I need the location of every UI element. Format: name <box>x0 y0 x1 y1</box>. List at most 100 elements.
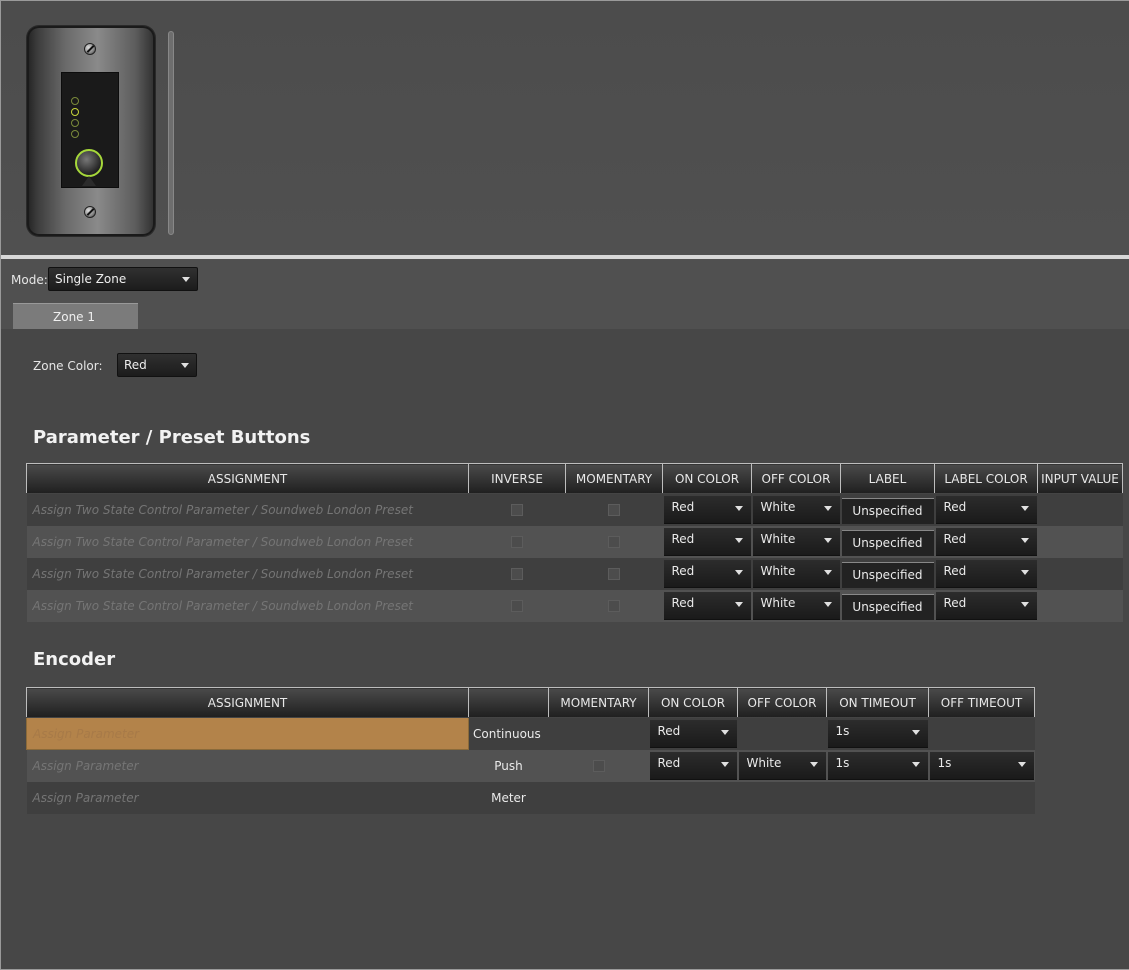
section-heading-encoder: Encoder <box>33 649 116 670</box>
table-row: Assign Two State Control Parameter / Sou… <box>26 493 1123 526</box>
mode-bar: Mode: Single Zone Zone 1 <box>1 259 1129 329</box>
wall-controller-image <box>27 26 155 236</box>
input-value-cell[interactable] <box>1037 525 1123 558</box>
input-value-cell[interactable] <box>1037 557 1123 590</box>
on-color-dropdown[interactable]: Red <box>663 527 751 556</box>
col-header-inverse: INVERSE <box>468 463 566 494</box>
mode-label: Mode: <box>11 273 48 287</box>
inverse-cell <box>468 557 566 590</box>
momentary-checkbox[interactable] <box>608 536 620 548</box>
off-color-dropdown[interactable]: White <box>752 527 840 556</box>
off-color-cell: White <box>751 493 841 526</box>
on-color-dropdown[interactable]: Red <box>663 559 751 588</box>
assignment-cell[interactable]: Assign Parameter <box>26 749 469 782</box>
off-color-dropdown[interactable]: White <box>752 496 840 524</box>
assignment-cell[interactable]: Assign Two State Control Parameter / Sou… <box>26 557 469 590</box>
chevron-down-icon <box>911 761 920 767</box>
label-color-value: Red <box>943 531 967 546</box>
momentary-cell <box>565 525 663 558</box>
on-color-dropdown[interactable]: Red <box>649 720 737 748</box>
input-value-cell[interactable] <box>1037 589 1123 622</box>
chevron-down-icon <box>182 277 190 282</box>
table-row: Assign Parameter Continuous Red 1s <box>26 717 1035 750</box>
inverse-checkbox[interactable] <box>511 568 523 580</box>
off-color-dropdown[interactable]: White <box>752 591 840 620</box>
inverse-checkbox[interactable] <box>511 536 523 548</box>
off-timeout-cell <box>928 717 1035 750</box>
on-color-cell: Red <box>662 493 752 526</box>
momentary-checkbox[interactable] <box>592 760 605 772</box>
label-color-dropdown[interactable]: Red <box>935 559 1037 588</box>
label-color-value: Red <box>943 595 967 610</box>
assignment-cell[interactable]: Assign Two State Control Parameter / Sou… <box>26 525 469 558</box>
on-timeout-dropdown[interactable]: 1s <box>827 720 928 748</box>
inverse-checkbox[interactable] <box>511 600 523 612</box>
off-color-value: White <box>760 595 796 610</box>
label-cell: Unspecified <box>840 589 935 622</box>
off-timeout-dropdown[interactable]: 1s <box>929 751 1034 780</box>
momentary-checkbox[interactable] <box>608 568 620 580</box>
chevron-down-icon <box>911 730 920 735</box>
on-timeout-dropdown[interactable]: 1s <box>827 751 928 780</box>
mode-dropdown[interactable]: Single Zone <box>48 267 198 291</box>
chevron-down-icon <box>1020 506 1029 511</box>
on-color-cell: Red <box>662 525 752 558</box>
momentary-cell <box>548 717 649 750</box>
on-color-dropdown[interactable]: Red <box>663 591 751 620</box>
momentary-checkbox[interactable] <box>608 600 620 612</box>
label-color-dropdown[interactable]: Red <box>935 527 1037 556</box>
chevron-down-icon <box>734 537 743 543</box>
on-timeout-value: 1s <box>835 724 850 738</box>
input-value-cell[interactable] <box>1037 493 1123 526</box>
chevron-down-icon <box>720 730 729 735</box>
label-color-dropdown[interactable]: Red <box>935 496 1037 524</box>
label-input[interactable]: Unspecified <box>841 561 934 588</box>
chevron-down-icon <box>181 363 189 368</box>
label-cell: Unspecified <box>840 493 935 526</box>
chevron-down-icon <box>823 601 832 607</box>
chevron-down-icon <box>734 601 743 607</box>
chevron-down-icon <box>734 569 743 575</box>
off-timeout-cell <box>928 781 1035 814</box>
led-icon <box>71 130 79 138</box>
momentary-cell <box>565 557 663 590</box>
label-input[interactable]: Unspecified <box>841 498 934 524</box>
on-color-value: Red <box>671 595 695 610</box>
assignment-cell[interactable]: Assign Parameter <box>26 717 469 750</box>
col-header-assignment: ASSIGNMENT <box>26 463 469 494</box>
inverse-checkbox[interactable] <box>511 504 523 517</box>
chevron-down-icon <box>1017 761 1026 767</box>
momentary-cell <box>548 781 649 814</box>
on-color-dropdown[interactable]: Red <box>663 496 751 524</box>
chevron-down-icon <box>1020 537 1029 543</box>
tab-label: Zone 1 <box>53 310 95 324</box>
on-timeout-cell: 1s <box>826 749 929 782</box>
assignment-cell[interactable]: Assign Parameter <box>26 781 469 814</box>
label-color-cell: Red <box>934 589 1038 622</box>
knob-pointer-icon <box>82 176 96 186</box>
tab-zone-1[interactable]: Zone 1 <box>13 303 138 329</box>
on-color-value: Red <box>671 500 695 514</box>
zone-color-dropdown[interactable]: Red <box>117 353 197 377</box>
label-input[interactable]: Unspecified <box>841 593 934 620</box>
label-color-value: Red <box>943 563 967 578</box>
assignment-cell[interactable]: Assign Two State Control Parameter / Sou… <box>26 589 469 622</box>
on-color-value: Red <box>657 755 681 770</box>
momentary-checkbox[interactable] <box>608 504 620 517</box>
on-timeout-value: 1s <box>835 755 850 770</box>
table-row: Assign Two State Control Parameter / Sou… <box>26 525 1123 558</box>
label-color-dropdown[interactable]: Red <box>935 591 1037 620</box>
assignment-cell[interactable]: Assign Two State Control Parameter / Sou… <box>26 493 469 526</box>
label-input[interactable]: Unspecified <box>841 529 934 556</box>
encoder-table: ASSIGNMENT MOMENTARY ON COLOR OFF COLOR … <box>26 687 1035 814</box>
off-color-dropdown[interactable]: White <box>752 559 840 588</box>
on-color-cell: Red <box>648 717 738 750</box>
col-header-off-color: OFF COLOR <box>751 463 841 494</box>
off-color-dropdown[interactable]: White <box>738 751 826 780</box>
device-preview <box>1 1 1129 255</box>
led-icon <box>71 97 79 105</box>
on-color-dropdown[interactable]: Red <box>649 751 737 780</box>
table-row: Assign Two State Control Parameter / Sou… <box>26 589 1123 622</box>
preview-scroll-handle[interactable] <box>168 31 174 235</box>
col-header-input-value: INPUT VALUE <box>1037 463 1123 494</box>
